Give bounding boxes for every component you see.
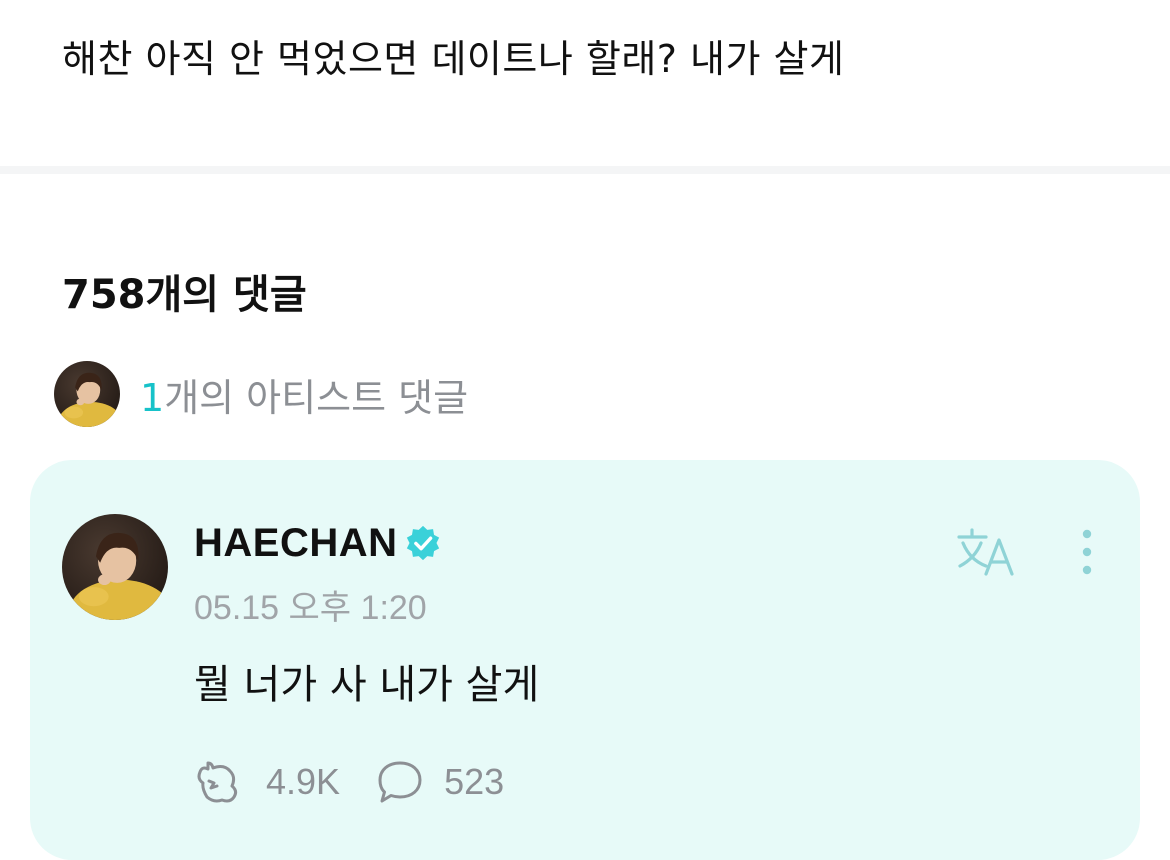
artist-comment-count: 1 <box>140 375 165 420</box>
comment-avatar-link[interactable] <box>62 514 168 620</box>
reply-button[interactable]: 523 <box>376 759 504 805</box>
like-button[interactable]: 4.9K <box>194 759 340 805</box>
reaction-icon <box>197 761 238 803</box>
more-vertical-icon <box>1082 529 1092 575</box>
comment-count-heading: 758개의 댓글 <box>62 272 307 318</box>
section-divider <box>0 166 1170 174</box>
artist-comment-label: 1개의 아티스트 댓글 <box>140 367 468 422</box>
avatar <box>62 514 168 620</box>
more-options-button[interactable] <box>1070 526 1104 578</box>
post-text: 해찬 아직 안 먹었으면 데이트나 할래? 내가 살게 <box>62 37 845 81</box>
comment-body: 뭘 너가 사 내가 살게 <box>194 662 540 708</box>
translate-button[interactable] <box>956 526 1018 578</box>
artist-comment-text: 개의 아티스트 댓글 <box>164 375 469 420</box>
artist-comments-summary[interactable]: 1개의 아티스트 댓글 <box>54 360 468 428</box>
artist-comment-card: HAECHAN 05.15 오후 1:20 뭘 너가 사 내가 살게 4.9K … <box>30 460 1140 860</box>
reply-count: 523 <box>444 761 505 802</box>
author-row: HAECHAN <box>194 518 442 568</box>
like-count: 4.9K <box>266 761 341 802</box>
comment-actions: 4.9K 523 <box>194 756 504 808</box>
avatar <box>54 361 120 427</box>
author-name[interactable]: HAECHAN <box>194 521 398 566</box>
verified-badge-icon <box>406 525 439 561</box>
translate-icon <box>957 528 1014 576</box>
comment-timestamp: 05.15 오후 1:20 <box>194 589 427 627</box>
speech-bubble-icon <box>378 761 422 803</box>
